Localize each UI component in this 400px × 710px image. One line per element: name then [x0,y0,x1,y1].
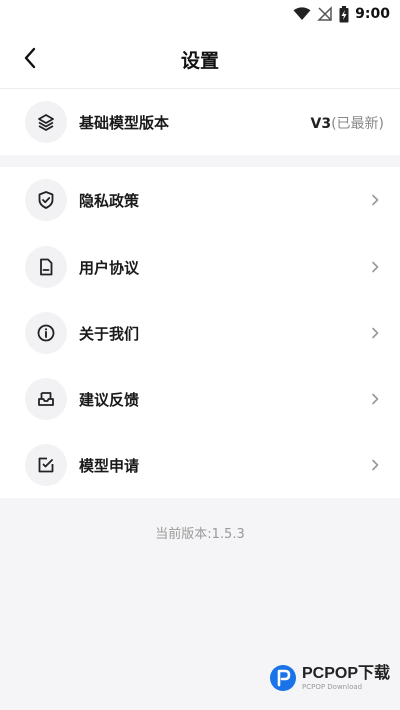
page-title: 设置 [180,50,219,72]
shield-check-icon [38,191,54,209]
model-version-label: 基础模型版本 [79,114,170,132]
status-bar: 9:00 [0,0,400,28]
menu-item-privacy[interactable]: 隐私政策 [0,167,400,233]
info-icon [37,324,55,342]
menu-card: 隐私政策 用户协议 关于我们 建议反馈 模型申请 [0,167,400,498]
menu-item-about[interactable]: 关于我们 [0,300,400,366]
watermark: PCPOP下载 PCPOP Download [268,663,390,693]
menu-item-label: 关于我们 [79,325,140,343]
model-version-row: 基础模型版本 V3(已最新) [0,89,400,155]
model-icon-wrap [25,101,67,143]
status-icons: 9:00 [293,5,390,23]
edit-icon [38,457,54,473]
battery-charging-icon [339,5,349,22]
inbox-icon [38,392,54,406]
agreement-icon-wrap [25,246,67,288]
watermark-text: PCPOP下载 PCPOP Download [302,664,391,691]
document-icon [40,258,53,276]
wifi-icon [293,7,311,20]
watermark-sub: PCPOP Download [302,682,363,691]
chevron-right-icon [370,458,380,472]
privacy-icon-wrap [25,179,67,221]
no-signal-icon [317,6,332,21]
menu-item-model-apply[interactable]: 模型申请 [0,432,400,498]
model-apply-icon-wrap [25,444,67,486]
current-version-text: 当前版本:1.5.3 [155,527,245,542]
status-time: 9:00 [355,6,390,22]
menu-item-user-agreement[interactable]: 用户协议 [0,234,400,300]
menu-item-feedback[interactable]: 建议反馈 [0,366,400,432]
chevron-right-icon [370,326,380,340]
chevron-right-icon [370,260,380,274]
model-version-number: V3 [310,116,332,132]
chevron-right-icon [370,193,380,207]
about-icon-wrap [25,312,67,354]
model-version-value: V3(已最新) [310,113,384,133]
pcpop-logo-icon [270,665,296,691]
menu-item-label: 模型申请 [79,457,140,475]
watermark-brand: PCPOP下载 [302,664,391,682]
model-version-note: (已最新) [331,116,384,132]
feedback-icon-wrap [25,378,67,420]
layers-icon [38,114,54,131]
menu-item-label: 用户协议 [79,259,140,277]
model-version-card: 基础模型版本 V3(已最新) [0,89,400,155]
chevron-right-icon [370,392,380,406]
menu-item-label: 建议反馈 [79,391,140,409]
menu-item-label: 隐私政策 [79,192,140,210]
header: 设置 [0,28,400,89]
